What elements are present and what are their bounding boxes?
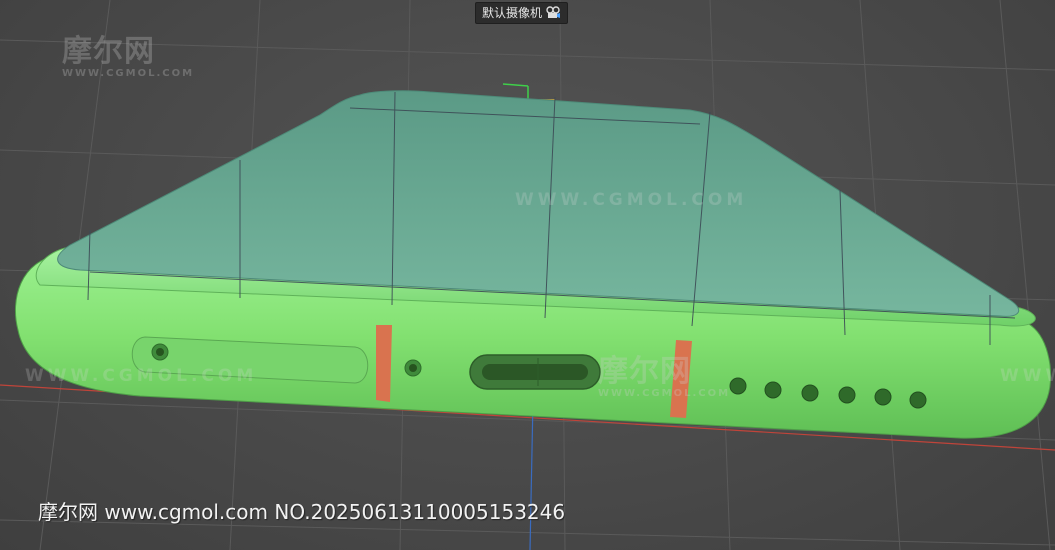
watermark-url-center: WWW.CGMOL.COM (515, 190, 748, 210)
3d-viewport[interactable]: 摩尔网 WWW.CGMOL.COM 摩尔网 WWW.CGMOL.COM WWW.… (0, 0, 1055, 550)
watermark-url-right: WWW.CGMOL.COM (1000, 366, 1055, 386)
footer-brand: 摩尔网 (38, 500, 98, 524)
camera-label-text: 默认摄像机 (482, 6, 543, 20)
footer-url: www.cgmol.com (104, 500, 268, 524)
watermark-logo-center: 摩尔网 WWW.CGMOL.COM (598, 354, 731, 400)
seam-left (376, 325, 392, 402)
scene-canvas[interactable] (0, 0, 1055, 550)
footer-serial: NO.20250613110005153246 (274, 500, 566, 524)
camera-icon (545, 6, 561, 20)
axis-y-line (529, 399, 534, 550)
camera-selector[interactable]: 默认摄像机 (475, 2, 569, 24)
watermark-logo-top-left: 摩尔网 WWW.CGMOL.COM (62, 34, 195, 80)
footer-caption: 摩尔网 www.cgmol.com NO.2025061311000515324… (38, 498, 565, 526)
watermark-url-left: WWW.CGMOL.COM (25, 366, 258, 386)
